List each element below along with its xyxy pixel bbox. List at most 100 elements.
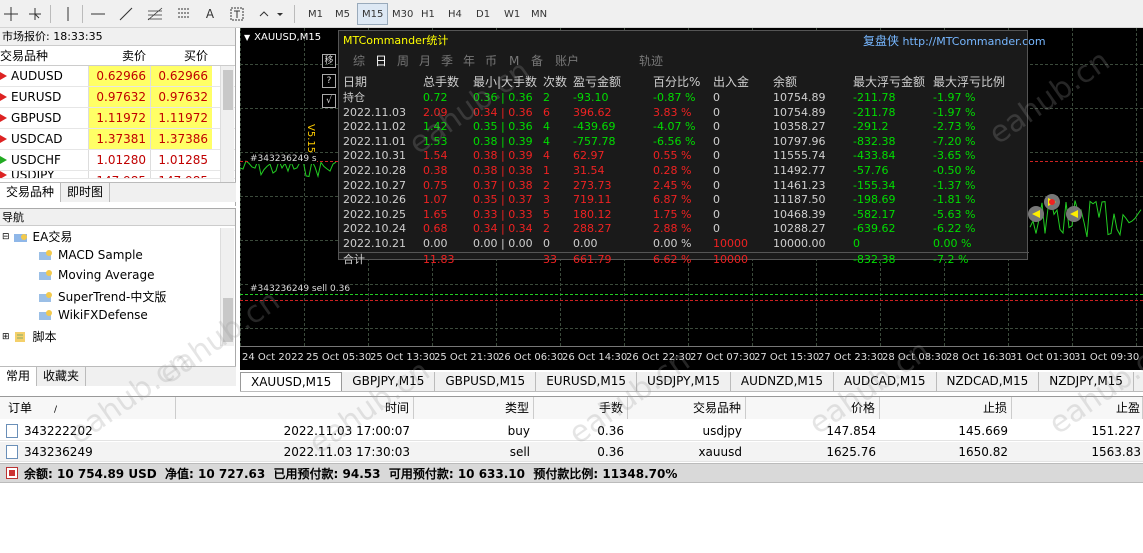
col-time[interactable]: 时间 — [176, 397, 414, 419]
panel-cell: -93.10 — [573, 91, 609, 104]
chart-tab[interactable]: EURUSD,M15 — [536, 372, 637, 391]
tab-tick-chart[interactable]: 即时图 — [61, 183, 111, 202]
tab-common[interactable]: 常用 — [0, 367, 38, 386]
vertical-line-icon[interactable] — [60, 4, 76, 24]
col-type[interactable]: 类型 — [414, 397, 534, 419]
ask-price: 1.37386 — [150, 129, 212, 149]
tf-mn[interactable]: MN — [526, 3, 552, 25]
symbol-cell: GBPUSD — [0, 108, 88, 128]
chart-tab[interactable]: NZDJPY,M15 — [1039, 372, 1134, 391]
tf-w1[interactable]: W1 — [499, 3, 525, 25]
panel-tab[interactable]: 币 — [485, 54, 497, 68]
col-symbol[interactable]: 交易品种 — [628, 397, 746, 419]
panel-tab[interactable]: M — [509, 54, 519, 68]
shapes-dropdown-icon[interactable] — [256, 4, 286, 24]
text-icon[interactable]: A — [202, 4, 218, 24]
chart-tab[interactable]: AUDNZD,M15 — [731, 372, 835, 391]
channel-icon[interactable] — [174, 4, 194, 24]
panel-tab[interactable]: 综 — [353, 54, 365, 68]
tab-symbols[interactable]: 交易品种 — [0, 183, 62, 202]
time-label: 27 Oct 07:30 — [690, 352, 756, 363]
total-cell: -832.38 — [853, 252, 896, 266]
tf-m30[interactable]: M30 — [387, 3, 418, 25]
tf-h1[interactable]: H1 — [416, 3, 440, 25]
cross-cursor-icon[interactable] — [26, 4, 44, 24]
tab-favorites[interactable]: 收藏夹 — [37, 367, 87, 386]
chart-tab[interactable]: XAUUSD,M15 — [240, 372, 343, 391]
nav-ea-item[interactable]: SuperTrend-中文版 — [38, 288, 166, 305]
market-watch-scrollbar[interactable] — [220, 66, 234, 192]
panel-tab[interactable]: 备 — [531, 54, 543, 68]
col-lots[interactable]: 手数 — [534, 397, 628, 419]
col-order[interactable]: 订单 / — [0, 397, 176, 419]
nav-ea-folder[interactable]: ⊟ EA交易 — [2, 228, 72, 245]
market-watch-row[interactable]: USDCAD 1.37381 1.37386 — [0, 129, 235, 150]
panel-cell: 2 — [543, 222, 550, 236]
chart-tab[interactable]: NZDCAD,M15 — [937, 372, 1040, 391]
time-label: 26 Oct 14:30 — [562, 352, 628, 363]
horizontal-line-icon[interactable] — [88, 4, 108, 24]
panel-tab[interactable]: 季 — [441, 54, 453, 68]
order-line-2[interactable] — [240, 294, 1143, 295]
fibonacci-icon[interactable] — [144, 4, 166, 24]
text-label-icon[interactable] — [228, 4, 246, 24]
panel-tab[interactable]: 年 — [463, 54, 475, 68]
nav-scripts-folder[interactable]: ⊞ 脚本 — [2, 328, 57, 345]
market-watch-row[interactable]: AUDUSD 0.62966 0.62966 — [0, 66, 235, 87]
tf-m15[interactable]: M15 — [357, 3, 389, 25]
nav-ea-item[interactable]: Moving Average — [38, 268, 154, 282]
panel-brand[interactable]: 复盘侠 http://MTCommander.com — [863, 34, 1046, 49]
price-chart[interactable]: ▼ XAUUSD,M15 #343236249 s #343236249 sell… — [240, 28, 1143, 370]
ea-folder-icon — [13, 233, 27, 242]
order-id-cell: 343222202 — [6, 421, 93, 441]
order-row[interactable]: 343222202 2022.11.03 17:00:07 buy 0.36 usdjp… — [0, 421, 1143, 441]
col-sl[interactable]: 止损 — [880, 397, 1012, 419]
panel-cell: 0 — [713, 164, 720, 177]
chart-tab[interactable]: GBPUSD,M15 — [435, 372, 537, 391]
panel-cell: 2022.10.25 — [343, 207, 406, 221]
panel-tab[interactable]: 轨迹 — [639, 54, 663, 68]
panel-cell: 2.09 — [423, 105, 448, 119]
panel-cell: -6.22 % — [933, 222, 976, 236]
panel-tab[interactable]: 月 — [419, 54, 431, 68]
crosshair-icon[interactable] — [2, 4, 20, 24]
col-ask[interactable]: 买价 — [150, 46, 212, 65]
trendline-icon[interactable] — [116, 4, 136, 24]
help-button[interactable]: ? — [322, 74, 336, 88]
market-watch-row[interactable]: USDCHF 1.01280 1.01285 — [0, 150, 235, 171]
nav-ea-item[interactable]: MACD Sample — [38, 248, 143, 262]
chart-tab[interactable]: AUDCAD,M15 — [834, 372, 937, 391]
panel-tab[interactable]: 账户 — [555, 54, 579, 68]
market-watch-row[interactable]: USDJPY 147.985147.985 — [0, 171, 235, 179]
chart-tab[interactable]: USDJPY,M15 — [637, 372, 731, 391]
panel-tab[interactable]: 周 — [397, 54, 409, 68]
market-watch-row[interactable]: GBPUSD 1.11972 1.11972 — [0, 108, 235, 129]
col-tp[interactable]: 止盈 — [1012, 397, 1143, 419]
panel-tab[interactable]: 日 — [375, 54, 387, 68]
panel-cell: 10000.00 — [773, 237, 826, 250]
panel-cell: 1.42 — [423, 120, 448, 134]
order-line-3[interactable] — [240, 300, 1143, 301]
tf-m1[interactable]: M1 — [303, 3, 328, 25]
panel-cell: 2.45 % — [653, 178, 692, 192]
panel-col-header: 百分比% — [653, 75, 701, 89]
market-watch-row[interactable]: EURUSD 0.97632 0.97632 — [0, 87, 235, 108]
confirm-button[interactable]: √ — [322, 94, 336, 108]
nav-ea-item[interactable]: WikiFXDefense — [38, 308, 148, 322]
time-label: 25 Oct 05:30 — [306, 352, 372, 363]
move-button[interactable]: 移 — [322, 54, 336, 68]
col-price[interactable]: 价格 — [746, 397, 880, 419]
navigator-scrollbar[interactable] — [220, 228, 234, 346]
bid-price: 0.62966 — [88, 66, 150, 86]
panel-cell: 0 — [713, 91, 720, 104]
order-row[interactable]: 343236249 2022.11.03 17:30:03 sell 0.36 xauu… — [0, 442, 1143, 462]
ea-icon — [39, 291, 52, 302]
tf-h4[interactable]: H4 — [443, 3, 467, 25]
chart-tab[interactable]: GBPJPY,M15 — [342, 372, 436, 391]
col-bid[interactable]: 卖价 — [88, 46, 150, 65]
tf-d1[interactable]: D1 — [471, 3, 495, 25]
col-symbol[interactable]: 交易品种 — [0, 46, 88, 65]
tf-m5[interactable]: M5 — [330, 3, 355, 25]
chart-title-text: XAUUSD,M15 — [254, 32, 322, 43]
panel-cell: 2.88 % — [653, 222, 692, 236]
